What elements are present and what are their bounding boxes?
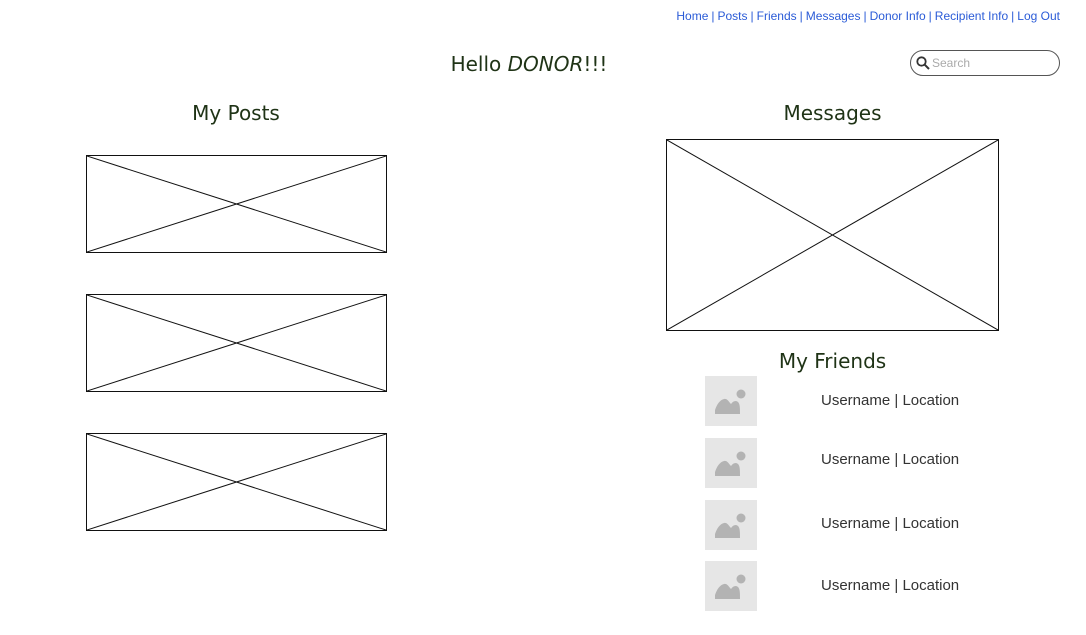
- friend-username: Username: [821, 451, 891, 468]
- friend-list-item[interactable]: Username | Location: [705, 376, 1035, 426]
- friend-location: Location: [902, 451, 960, 468]
- nav-log-out-link[interactable]: Log Out: [1017, 9, 1060, 23]
- image-placeholder-icon: [715, 513, 746, 538]
- friend-list-item[interactable]: Username | Location: [705, 438, 1035, 488]
- friend-location: Location: [902, 392, 960, 409]
- messages-panel[interactable]: [666, 139, 999, 331]
- friend-info: Username | Location: [821, 577, 959, 594]
- friend-location: Location: [902, 577, 960, 594]
- nav-posts-link[interactable]: Posts: [718, 9, 748, 23]
- nav-messages-link[interactable]: Messages: [806, 9, 861, 23]
- nav-separator: |: [799, 9, 803, 23]
- image-placeholder-icon: [715, 451, 746, 476]
- post-card[interactable]: [86, 294, 387, 392]
- top-nav: Home | Posts | Friends | Messages | Donor Info | R…: [676, 9, 1060, 23]
- avatar: [705, 561, 757, 611]
- image-placeholder-icon: [87, 156, 386, 252]
- friend-info: Username | Location: [821, 392, 959, 409]
- my-posts-title: My Posts: [192, 101, 280, 125]
- nav-recipient-info-link[interactable]: Recipient Info: [935, 9, 1008, 23]
- avatar: [705, 500, 757, 550]
- greeting-suffix: !!!: [583, 52, 608, 76]
- nav-donor-info-link[interactable]: Donor Info: [870, 9, 926, 23]
- image-placeholder-icon: [87, 434, 386, 530]
- my-friends-title: My Friends: [778, 349, 887, 373]
- nav-home-link[interactable]: Home: [676, 9, 708, 23]
- image-placeholder-icon: [715, 574, 746, 599]
- post-card[interactable]: [86, 433, 387, 531]
- image-placeholder-icon: [667, 140, 998, 330]
- messages-title: Messages: [783, 101, 882, 125]
- nav-separator: |: [750, 9, 754, 23]
- friend-separator: |: [890, 577, 903, 594]
- friend-username: Username: [821, 515, 891, 532]
- friend-info: Username | Location: [821, 515, 959, 532]
- nav-separator: |: [1011, 9, 1015, 23]
- friend-username: Username: [821, 577, 891, 594]
- friend-separator: |: [890, 451, 903, 468]
- friend-list-item[interactable]: Username | Location: [705, 561, 1035, 611]
- image-placeholder-icon: [87, 295, 386, 391]
- greeting-name: DONOR: [507, 52, 584, 76]
- friend-info: Username | Location: [821, 451, 959, 468]
- avatar: [705, 376, 757, 426]
- image-placeholder-icon: [715, 389, 746, 414]
- friend-separator: |: [890, 515, 903, 532]
- nav-separator: |: [711, 9, 715, 23]
- avatar: [705, 438, 757, 488]
- friend-list-item[interactable]: Username | Location: [705, 500, 1035, 550]
- greeting-prefix: Hello: [450, 52, 508, 76]
- post-card[interactable]: [86, 155, 387, 253]
- nav-separator: |: [863, 9, 867, 23]
- page-greeting: Hello DONOR!!!: [0, 52, 1058, 76]
- nav-separator: |: [928, 9, 932, 23]
- friend-separator: |: [890, 392, 903, 409]
- nav-friends-link[interactable]: Friends: [757, 9, 797, 23]
- friend-username: Username: [821, 392, 891, 409]
- friend-location: Location: [902, 515, 960, 532]
